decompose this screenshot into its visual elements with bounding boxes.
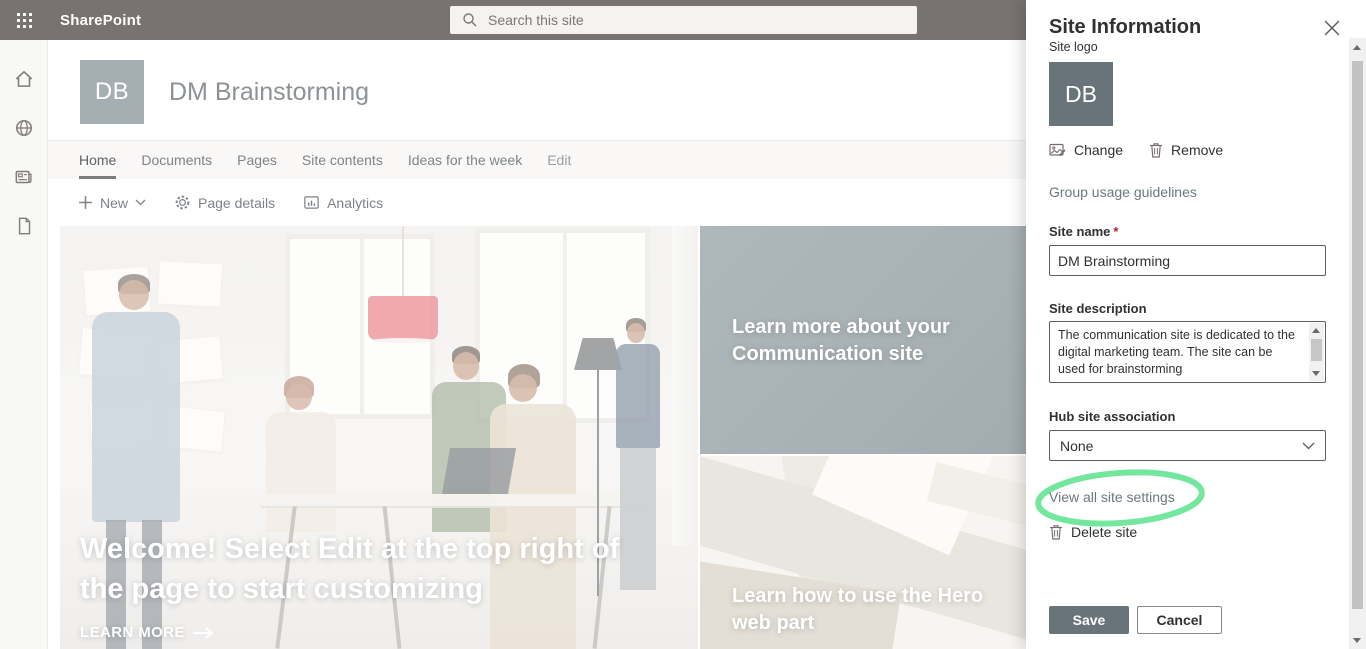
delete-site-button[interactable]: Delete site <box>1049 524 1137 540</box>
globe-icon <box>13 117 35 139</box>
textarea-scrollbar[interactable] <box>1309 323 1324 381</box>
command-bar: New Page details Analytic <box>48 179 1026 226</box>
arrow-right-icon <box>193 627 215 639</box>
sharepoint-page: SharePoint <box>0 0 1366 649</box>
change-logo-button[interactable]: Change <box>1049 142 1123 158</box>
hero-learn-more-link[interactable]: LEARN MORE <box>80 624 215 641</box>
site-header: DB DM Brainstorming <box>48 40 1026 140</box>
hero-webpart: Welcome! Select Edit at the top right of… <box>60 226 1026 649</box>
scroll-down-icon <box>1353 638 1361 643</box>
gear-icon <box>174 194 191 211</box>
search-input[interactable] <box>488 12 868 28</box>
app-launcher-button[interactable] <box>0 0 48 40</box>
analytics-label: Analytics <box>327 195 383 211</box>
hero-tile-communication[interactable]: Learn more about your Communication site <box>700 226 1026 454</box>
new-button[interactable]: New <box>78 195 146 211</box>
scrollbar-thumb <box>1352 61 1363 609</box>
plus-icon <box>78 195 93 210</box>
tab-home[interactable]: Home <box>79 141 116 179</box>
change-image-icon <box>1049 142 1066 158</box>
site-logo-label: Site logo <box>1049 40 1098 54</box>
tab-edit[interactable]: Edit <box>547 141 571 179</box>
waffle-icon <box>17 13 32 28</box>
trash-icon <box>1149 142 1163 158</box>
panel-site-logo: DB <box>1049 62 1113 126</box>
analytics-button[interactable]: Analytics <box>303 194 383 211</box>
remove-logo-button[interactable]: Remove <box>1149 142 1223 158</box>
logo-actions: Change Remove <box>1049 142 1223 158</box>
hero-right-column: Learn more about your Communication site… <box>700 226 1026 649</box>
group-usage-guidelines-link[interactable]: Group usage guidelines <box>1049 184 1197 200</box>
tab-pages[interactable]: Pages <box>237 141 277 179</box>
tab-documents[interactable]: Documents <box>141 141 212 179</box>
hero-tile-hero-webpart[interactable]: Learn how to use the Hero web part <box>700 456 1026 649</box>
site-description-textarea[interactable]: The communication site is dedicated to t… <box>1049 321 1326 383</box>
site-information-panel: Site Information Site logo DB Change <box>1026 0 1366 649</box>
rail-home-button[interactable] <box>0 54 48 103</box>
site-logo[interactable]: DB <box>80 60 144 124</box>
tab-site-contents[interactable]: Site contents <box>302 141 383 179</box>
hub-association-label: Hub site association <box>1049 409 1175 424</box>
search-icon <box>462 12 478 28</box>
chevron-down-icon <box>135 199 146 206</box>
site-nav: Home Documents Pages Site contents Ideas… <box>48 140 1026 179</box>
scrollbar-thumb <box>1311 339 1322 361</box>
new-label: New <box>100 195 128 211</box>
panel-buttons: Save Cancel <box>1049 606 1222 634</box>
hub-association-value: None <box>1060 438 1302 454</box>
delete-site-label: Delete site <box>1071 524 1137 540</box>
hero-tile-main[interactable]: Welcome! Select Edit at the top right of… <box>60 226 698 649</box>
tab-ideas-for-the-week[interactable]: Ideas for the week <box>408 141 522 179</box>
site-description-text: The communication site is dedicated to t… <box>1058 327 1303 378</box>
trash-icon <box>1049 524 1063 540</box>
rail-news-button[interactable] <box>0 152 48 201</box>
home-icon <box>13 68 35 90</box>
chevron-down-icon <box>1302 442 1315 450</box>
panel-title: Site Information <box>1049 16 1201 39</box>
rail-documents-button[interactable] <box>0 201 48 250</box>
scroll-down-icon <box>1312 371 1320 376</box>
page-details-button[interactable]: Page details <box>174 194 275 211</box>
scroll-up-icon <box>1312 328 1320 333</box>
save-button[interactable]: Save <box>1049 606 1129 634</box>
news-icon <box>13 166 35 188</box>
view-all-site-settings-link[interactable]: View all site settings <box>1049 489 1175 505</box>
panel-scrollbar[interactable] <box>1349 38 1366 649</box>
hero-tile-top-caption: Learn more about your Communication site <box>732 314 977 368</box>
document-icon <box>13 215 35 237</box>
site-title: DM Brainstorming <box>169 78 369 107</box>
remove-label: Remove <box>1171 142 1223 158</box>
close-panel-button[interactable] <box>1324 20 1340 36</box>
change-label: Change <box>1074 142 1123 158</box>
close-icon <box>1324 20 1340 36</box>
site-description-label: Site description <box>1049 301 1147 316</box>
cancel-button[interactable]: Cancel <box>1137 606 1222 634</box>
required-marker: * <box>1113 224 1118 239</box>
left-rail <box>0 40 48 649</box>
app-title: SharePoint <box>60 12 141 29</box>
main-content: DB DM Brainstorming Home Documents Pages… <box>48 40 1026 649</box>
hero-main-title: Welcome! Select Edit at the top right of… <box>80 529 660 609</box>
scroll-up-icon <box>1353 45 1361 50</box>
analytics-icon <box>303 194 320 211</box>
hub-association-select[interactable]: None <box>1049 430 1326 461</box>
search-box <box>450 6 917 34</box>
rail-sites-button[interactable] <box>0 103 48 152</box>
site-name-input[interactable] <box>1049 245 1326 276</box>
page-details-label: Page details <box>198 195 275 211</box>
site-name-label: Site name* <box>1049 224 1118 239</box>
learn-more-label: LEARN MORE <box>80 624 185 641</box>
hero-tile-bottom-caption: Learn how to use the Hero web part <box>732 583 992 637</box>
